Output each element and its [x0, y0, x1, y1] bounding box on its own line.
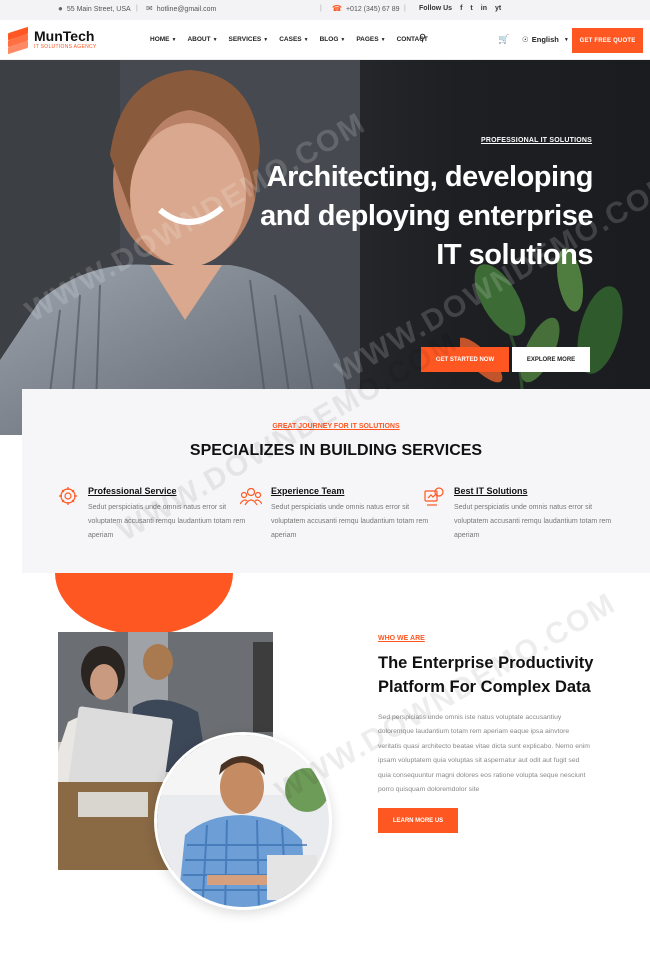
chevron-down-icon: ▼	[303, 37, 309, 43]
hero-eyebrow: PROFESSIONAL IT SOLUTIONS	[480, 137, 592, 144]
address-item: ● 55 Main Street, USA	[58, 5, 131, 13]
explore-more-button[interactable]: EXPLORE MORE	[512, 347, 590, 372]
services-eyebrow: GREAT JOURNEY FOR IT SOLUTIONS	[272, 423, 400, 430]
nav-about[interactable]: ABOUT ▼	[187, 36, 217, 43]
phone-link[interactable]: +012 (345) 67 89	[346, 6, 400, 13]
phone-icon: ☎	[332, 4, 342, 13]
chevron-down-icon: ▼	[263, 37, 269, 43]
language-selector[interactable]: ☉ English ▼	[522, 35, 569, 44]
logo-tagline: IT SOLUTIONS AGENCY	[34, 43, 97, 50]
cart-icon[interactable]: 🛒	[498, 34, 509, 45]
nav-blog[interactable]: BLOG ▼	[320, 36, 346, 43]
chevron-down-icon: ▼	[380, 37, 386, 43]
divider: |	[136, 5, 138, 12]
location-pin-icon: ●	[58, 4, 63, 13]
divider: |	[404, 5, 406, 12]
solutions-icon	[424, 487, 444, 506]
phone-item[interactable]: ☎ +012 (345) 67 89	[332, 5, 399, 13]
chevron-down-icon: ▼	[171, 37, 177, 43]
nav-home[interactable]: HOME ▼	[150, 36, 176, 43]
about-eyebrow: WHO WE ARE	[378, 635, 425, 642]
logo-name: MunTech	[34, 27, 95, 44]
chevron-down-icon: ▼	[340, 37, 346, 43]
gear-brain-icon	[59, 487, 77, 505]
about-description: Sed perspiciatis unde omnis iste natus v…	[378, 714, 590, 794]
services-section: GREAT JOURNEY FOR IT SOLUTIONS SPECIALIZ…	[22, 326, 650, 573]
address-text: 55 Main Street, USA	[66, 5, 131, 13]
youtube-icon[interactable]: yt	[495, 5, 501, 12]
site-header: MunTech IT SOLUTIONS AGENCY HOME ▼ ABOUT ▼…	[0, 20, 650, 60]
service-name[interactable]: Professional Service	[88, 486, 177, 496]
nav-cases[interactable]: CASES ▼	[279, 36, 308, 43]
facebook-icon[interactable]: f	[460, 5, 462, 12]
top-bar: ● 55 Main Street, USA | ✉ hotline@gmail.…	[0, 0, 650, 20]
get-quote-button[interactable]: GET FREE QUOTE	[572, 28, 643, 53]
learn-more-button[interactable]: LEARN MORE US	[378, 808, 458, 833]
email-item[interactable]: ✉ hotline@gmail.com	[146, 5, 216, 13]
twitter-icon[interactable]: t	[470, 5, 472, 12]
service-description: Sedut perspiciatis unde omnis natus erro…	[271, 504, 429, 539]
logo-layers-icon	[7, 26, 29, 55]
envelope-icon: ✉	[146, 4, 153, 13]
services-title: SPECIALIZES IN BUILDING SERVICES	[189, 442, 483, 459]
nav-services[interactable]: SERVICES ▼	[229, 36, 269, 43]
service-description: Sedut perspiciatis unde omnis natus erro…	[88, 504, 246, 539]
team-icon	[240, 487, 262, 506]
hero-title: Architecting, developing and deploying e…	[260, 161, 593, 271]
decorative-orange-shape	[55, 573, 233, 635]
service-name[interactable]: Best IT Solutions	[454, 486, 528, 496]
service-name[interactable]: Experience Team	[271, 486, 344, 496]
search-icon[interactable]: ⚲	[419, 33, 426, 44]
linkedin-icon[interactable]: in	[481, 5, 487, 12]
email-link[interactable]: hotline@gmail.com	[157, 6, 217, 13]
get-started-button[interactable]: GET STARTED NOW	[421, 347, 509, 372]
smiling-man-image	[154, 732, 332, 910]
hero-banner: WWW.DOWNDEMO.COM WWW.DOWNDEMO.COM PROFES…	[0, 60, 650, 435]
main-nav: HOME ▼ ABOUT ▼ SERVICES ▼ CASES ▼ BLOG ▼ PAGE…	[150, 36, 428, 43]
divider: |	[320, 5, 322, 12]
follow-label: Follow Us	[419, 5, 453, 12]
language-label: English	[531, 35, 559, 44]
service-description: Sedut perspiciatis unde omnis natus erro…	[454, 504, 612, 539]
about-title: The Enterprise Productivity Platform For…	[378, 654, 594, 696]
nav-pages[interactable]: PAGES ▼	[356, 36, 385, 43]
social-links: Follow Us f t in yt	[419, 5, 501, 12]
globe-icon: ☉	[522, 35, 529, 44]
chevron-down-icon: ▼	[563, 36, 569, 43]
logo[interactable]: MunTech IT SOLUTIONS AGENCY	[7, 26, 97, 55]
chevron-down-icon: ▼	[212, 37, 218, 43]
